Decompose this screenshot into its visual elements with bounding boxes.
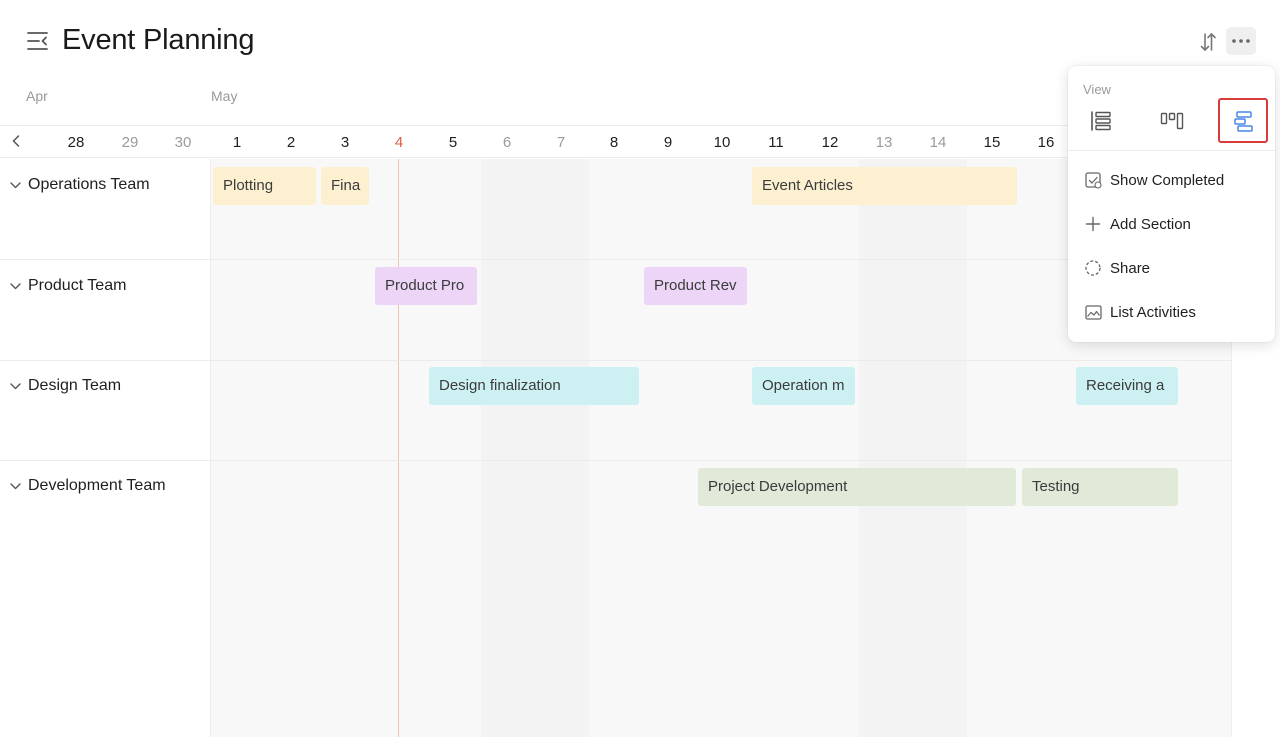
month-label-may: May [211,88,238,104]
section-development-team: Development Team Project Development Tes… [0,460,1232,561]
task-bar[interactable]: Design finalization [429,367,639,405]
section-label: Product Team [28,277,127,294]
day-header: 29 [121,134,139,151]
menu-caption: View [1083,82,1111,97]
day-header: 11 [768,134,784,151]
day-header: 14 [929,134,947,151]
app-window: Event Planning Apr May 28 29 30 1 2 3 4 … [0,0,1280,737]
section-design-team: Design Team Design finalization Operatio… [0,360,1232,461]
month-label-apr: Apr [26,88,48,104]
day-header: 15 [983,134,1001,151]
sidebar-toggle-icon[interactable] [26,30,50,52]
day-header: 12 [821,134,839,151]
more-icon[interactable] [1226,27,1256,55]
day-header: 16 [1037,134,1055,151]
board-view-button[interactable] [1147,98,1197,143]
day-header: 30 [174,134,192,151]
day-header: 8 [609,134,619,151]
day-header: 5 [448,134,458,151]
chevron-left-icon[interactable] [9,132,23,150]
add-section-item[interactable]: Add Section [1068,206,1275,242]
activity-image-icon [1084,303,1102,321]
list-view-button[interactable] [1076,98,1126,143]
day-header: 1 [232,134,242,151]
task-bar[interactable]: Testing [1022,468,1178,506]
section-header[interactable]: Operations Team [8,176,150,194]
day-header: 2 [286,134,296,151]
share-circle-icon [1084,259,1102,277]
section-operations-team: Operations Team Plotting Fina Event Arti… [0,159,1232,260]
day-header: 10 [713,134,731,151]
menu-divider [1068,150,1275,151]
menu-item-label: Show Completed [1110,171,1225,189]
section-product-team: Product Team Product Pro Product Rev [0,260,1232,361]
page-title: Event Planning [62,24,255,56]
day-header: 3 [340,134,350,151]
task-bar[interactable]: Event Articles [752,167,1017,205]
task-bar[interactable]: Product Pro [375,267,477,305]
chevron-down-icon[interactable] [8,279,22,293]
timeline: 28 29 30 1 2 3 4 5 6 7 8 9 10 11 12 13 1… [0,125,1232,737]
view-options-menu: View Show Completed Add Section Share Li… [1068,66,1275,342]
day-header: 28 [67,134,85,151]
menu-item-label: Add Section [1110,215,1191,233]
task-bar[interactable]: Operation m [752,367,855,405]
task-bar[interactable]: Fina [321,167,369,205]
task-bar[interactable]: Product Rev [644,267,747,305]
menu-item-label: Share [1110,259,1151,277]
task-bar[interactable]: Project Development [698,468,1016,506]
plus-icon [1084,215,1102,233]
day-header: 9 [663,134,673,151]
share-item[interactable]: Share [1068,250,1275,286]
menu-item-label: List Activities [1110,303,1196,321]
section-header[interactable]: Product Team [8,277,126,295]
list-view-icon [1091,110,1111,131]
chevron-down-icon[interactable] [8,178,22,192]
chevron-down-icon[interactable] [8,479,22,493]
timeline-view-button[interactable] [1218,98,1268,143]
sort-icon[interactable] [1196,29,1220,55]
day-header: 6 [502,134,512,151]
list-activities-item[interactable]: List Activities [1068,294,1275,330]
task-bar[interactable]: Receiving a [1076,367,1178,405]
section-label: Design Team [28,377,122,394]
section-label: Operations Team [28,176,150,193]
board-view-icon [1160,112,1184,129]
day-header-today: 4 [394,134,404,151]
show-completed-item[interactable]: Show Completed [1068,162,1275,198]
section-header[interactable]: Development Team [8,477,166,495]
task-bar[interactable]: Plotting [213,167,316,205]
section-header[interactable]: Design Team [8,377,121,395]
section-label: Development Team [28,477,166,494]
check-square-icon [1084,171,1102,189]
day-header: 7 [556,134,566,151]
chevron-down-icon[interactable] [8,379,22,393]
timeline-view-icon [1234,110,1253,132]
day-header: 13 [875,134,893,151]
